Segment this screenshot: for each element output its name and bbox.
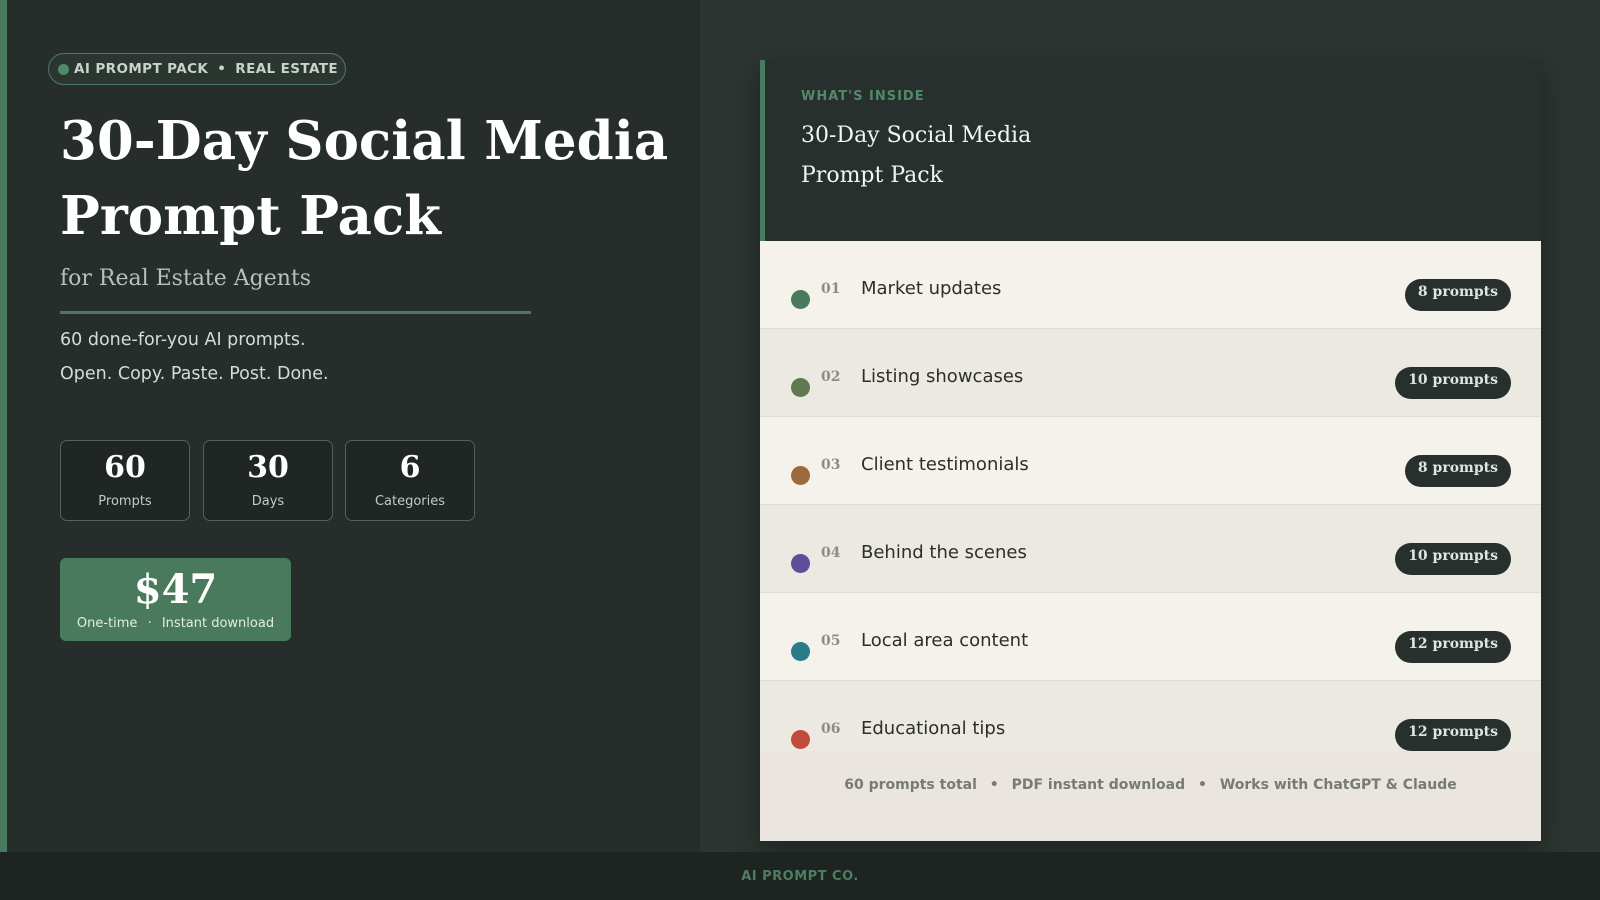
category-dot-icon (791, 554, 810, 573)
price-amount: $47 (133, 566, 218, 613)
stat-categories: 6 Categories (345, 440, 475, 521)
category-dot-icon (791, 378, 810, 397)
category-index: 06 (821, 721, 841, 737)
tag-left-text: AI PROMPT PACK (74, 61, 209, 77)
category-dot-icon (791, 730, 810, 749)
stat-value: 60 (104, 450, 146, 485)
description-line-2: Open. Copy. Paste. Post. Done. (60, 364, 329, 384)
prompt-count-badge: 12 prompts (1395, 631, 1511, 663)
list-item: 02 Listing showcases 10 prompts (760, 329, 1541, 417)
page-subtitle: for Real Estate Agents (60, 266, 312, 291)
price-note: One-time · Instant download (60, 616, 291, 631)
tag-separator: • (217, 61, 227, 77)
page-footer: AI PROMPT CO. (0, 852, 1600, 900)
page-title: 30-Day Social Media Prompt Pack (60, 104, 700, 254)
stat-label: Prompts (98, 494, 152, 509)
list-item: 01 Market updates 8 prompts (760, 241, 1541, 329)
contents-card: WHAT'S INSIDE 30-Day Social Media Prompt… (760, 60, 1541, 841)
footer-brand: AI PROMPT CO. (741, 868, 859, 884)
category-dot-icon (791, 642, 810, 661)
card-kicker: WHAT'S INSIDE (801, 89, 925, 104)
list-item: 04 Behind the scenes 10 prompts (760, 505, 1541, 593)
footer-separator: • (1198, 777, 1207, 793)
category-name: Educational tips (861, 718, 1006, 739)
card-title-line-2: Prompt Pack (801, 163, 943, 188)
category-dot-icon (791, 466, 810, 485)
category-name: Market updates (861, 278, 1002, 299)
footer-part-3: Works with ChatGPT & Claude (1219, 777, 1457, 793)
category-index: 05 (821, 633, 841, 649)
category-name: Client testimonials (861, 454, 1029, 475)
prompt-count-badge: 10 prompts (1395, 367, 1511, 399)
list-item: 05 Local area content 12 prompts (760, 593, 1541, 681)
category-name: Local area content (861, 630, 1029, 651)
list-item: 03 Client testimonials 8 prompts (760, 417, 1541, 505)
stat-prompts: 60 Prompts (60, 440, 190, 521)
title-line-2: Prompt Pack (60, 185, 441, 247)
prompt-count-badge: 8 prompts (1404, 279, 1511, 311)
title-divider (60, 311, 531, 314)
tag-right-text: REAL ESTATE (235, 61, 338, 77)
stat-value: 6 (399, 450, 421, 485)
footer-part-2: PDF instant download (1011, 777, 1186, 793)
card-title-line-1: 30-Day Social Media (801, 123, 1032, 148)
footer-separator: • (989, 777, 999, 793)
category-name: Listing showcases (861, 366, 1024, 387)
list-item: 06 Educational tips 12 prompts (760, 681, 1541, 751)
footer-part-1: 60 prompts total (844, 777, 977, 793)
tag-dot-icon (58, 63, 69, 75)
stat-value: 30 (247, 450, 289, 485)
card-title: 30-Day Social Media Prompt Pack (801, 116, 1121, 196)
card-footer-text: 60 prompts total • PDF instant download … (760, 777, 1541, 793)
price-note-separator: · (147, 616, 152, 631)
stat-label: Categories (374, 494, 446, 509)
category-tag: AI PROMPT PACK • REAL ESTATE (48, 53, 346, 85)
category-index: 03 (821, 457, 841, 473)
category-dot-icon (791, 290, 810, 309)
category-name: Behind the scenes (861, 542, 1027, 563)
category-list: 01 Market updates 8 prompts 02 Listing s… (760, 241, 1541, 751)
title-line-1: 30-Day Social Media (60, 110, 669, 172)
description-line-1: 60 done-for-you AI prompts. (60, 330, 306, 350)
prompt-count-badge: 8 prompts (1404, 455, 1511, 487)
price-note-right: Instant download (161, 616, 275, 631)
left-accent-bar (0, 0, 7, 852)
stat-label: Days (251, 494, 285, 509)
category-index: 04 (821, 545, 841, 561)
card-footer: 60 prompts total • PDF instant download … (760, 751, 1541, 841)
card-header: WHAT'S INSIDE 30-Day Social Media Prompt… (760, 60, 1541, 241)
prompt-count-badge: 12 prompts (1395, 719, 1511, 751)
prompt-count-badge: 10 prompts (1395, 543, 1511, 575)
category-index: 01 (821, 281, 841, 297)
price-box[interactable]: $47 One-time · Instant download (60, 558, 291, 641)
stat-days: 30 Days (203, 440, 333, 521)
category-index: 02 (821, 369, 841, 385)
price-note-left: One-time (76, 616, 138, 631)
